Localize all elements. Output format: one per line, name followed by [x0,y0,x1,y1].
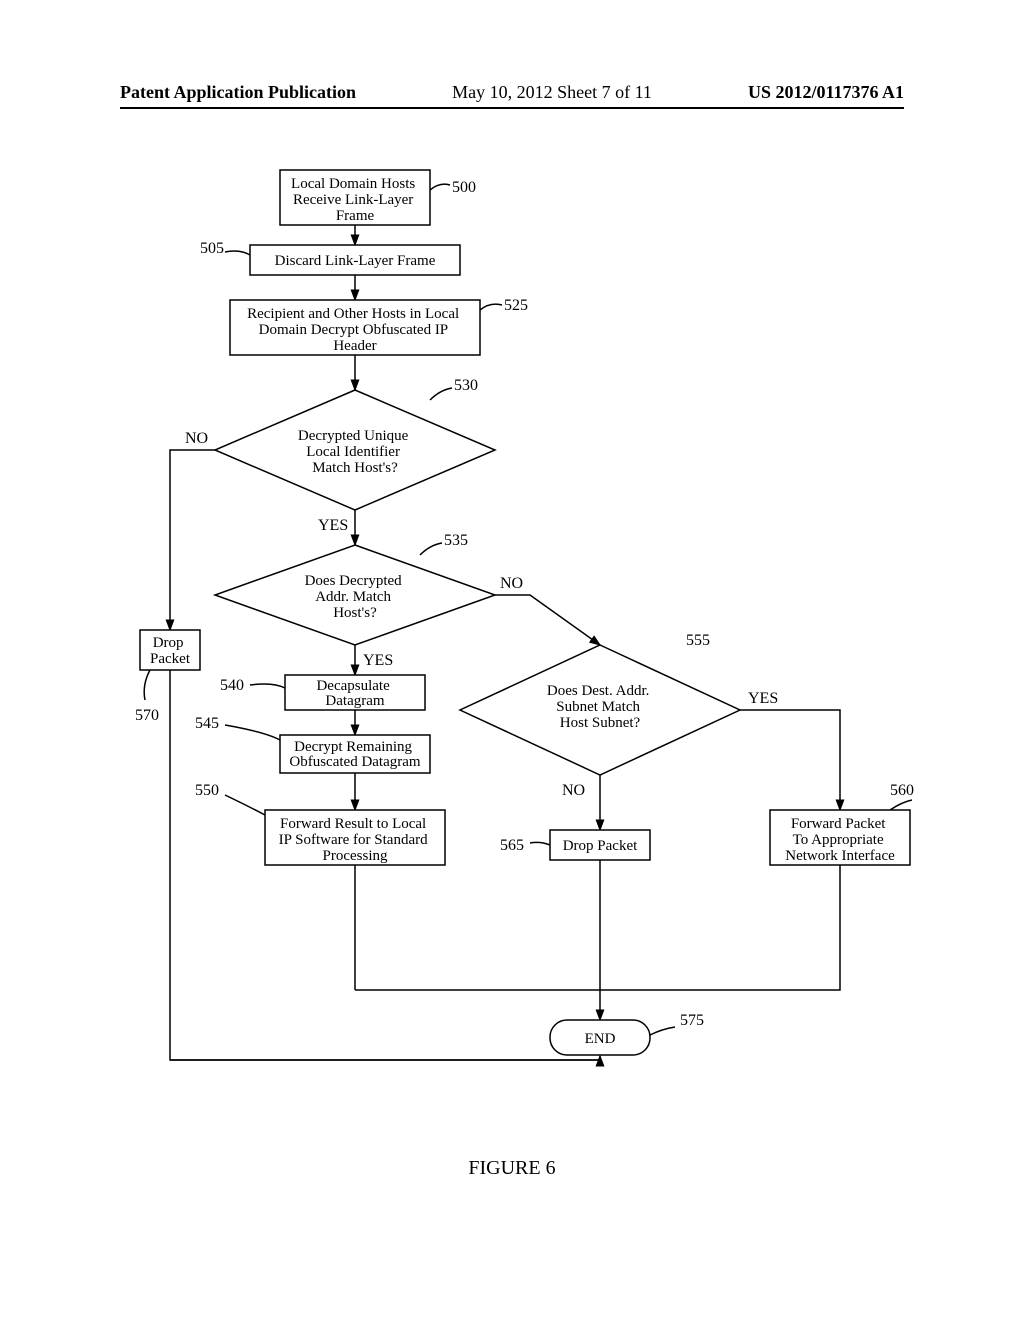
ref-550: 550 [195,782,219,799]
ref-565: 565 [500,837,524,854]
edge-560-down [600,865,840,990]
page-header: Patent Application Publication May 10, 2… [120,82,904,109]
ref-570: 570 [135,707,159,724]
label-no: NO [562,782,585,799]
ref-575: 575 [680,1012,704,1029]
figure-caption: FIGURE 6 [0,1157,1024,1180]
ref-560: 560 [890,782,914,799]
node-540-text: Decapsulate Datagram [316,678,393,709]
ref-545: 545 [195,715,219,732]
label-no: NO [500,575,523,592]
node-505-text: Discard Link-Layer Frame [275,253,436,269]
label-yes: YES [748,690,778,707]
edge-555-yes [740,710,840,810]
edge-530-no [170,450,215,630]
ref-555: 555 [686,632,710,649]
node-575-text: END [585,1031,616,1047]
ref-540: 540 [220,677,244,694]
ref-505: 505 [200,240,224,257]
label-yes: YES [318,517,348,534]
ref-530: 530 [454,377,478,394]
node-545-text: Decrypt Remaining Obfuscated Datagram [289,739,421,770]
ref-525: 525 [504,297,528,314]
flowchart: Local Domain Hosts Receive Link-Layer Fr… [100,150,930,1150]
node-560-text: Forward Packet To Appropriate Network In… [785,816,895,864]
node-555-text: Does Dest. Addr. Subnet Match Host Subne… [547,683,653,731]
header-right: US 2012/0117376 A1 [748,82,904,103]
node-570-text: Drop Packet [150,635,191,667]
label-yes: YES [363,652,393,669]
page: Patent Application Publication May 10, 2… [0,0,1024,1320]
header-left: Patent Application Publication [120,82,356,103]
edge-535-no [495,595,600,645]
node-530-text: Decrypted Unique Local Identifier Match … [298,428,412,476]
ref-535: 535 [444,532,468,549]
label-no: NO [185,430,208,447]
header-mid: May 10, 2012 Sheet 7 of 11 [452,82,652,103]
ref-500: 500 [452,179,476,196]
node-565-text: Drop Packet [563,838,638,854]
